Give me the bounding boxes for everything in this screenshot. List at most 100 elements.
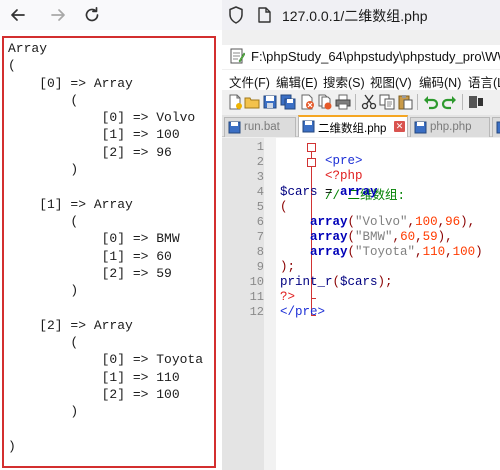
keyword: array — [310, 230, 348, 244]
line-number: 5 — [256, 200, 264, 214]
output-line: [2] => 59 — [8, 265, 172, 281]
comma: , — [445, 245, 453, 259]
paren: ); — [280, 260, 296, 274]
paren: ); — [377, 275, 393, 289]
toolbar-separator — [417, 94, 418, 110]
variable: $cars — [280, 185, 318, 199]
line-number-gutter: 1 2 3 4 5 6 7 8 9 10 11 12 — [222, 138, 264, 470]
undo-icon[interactable] — [423, 94, 439, 110]
paren: ( — [347, 245, 356, 259]
number-literal: 60 — [400, 230, 416, 244]
tab-label: php.php — [430, 121, 472, 133]
string-literal: "BMW" — [355, 230, 393, 244]
shield-icon[interactable] — [227, 5, 245, 25]
function-name: print_r — [280, 275, 333, 289]
comma: , — [437, 215, 446, 229]
tab-active-file[interactable]: 二维数组.php ✕ — [298, 115, 408, 137]
open-file-icon[interactable] — [244, 94, 260, 110]
close-tab-icon[interactable]: ✕ — [394, 121, 405, 132]
code-editor[interactable]: 1 2 3 4 5 6 7 8 9 10 11 12 <pre> <?php /… — [222, 138, 500, 470]
saved-file-icon — [414, 121, 427, 134]
back-arrow-icon[interactable] — [8, 5, 28, 25]
line-number: 12 — [249, 305, 264, 319]
html-tag: </pre> — [280, 305, 326, 319]
find-icon[interactable] — [468, 94, 484, 110]
fold-margin — [264, 138, 316, 470]
paren: ( — [332, 275, 341, 289]
forward-arrow-icon[interactable] — [48, 5, 68, 25]
paste-icon[interactable] — [397, 94, 413, 110]
line-number: 8 — [256, 245, 264, 259]
code-line-6: array("Volvo",100,96), — [310, 215, 475, 229]
output-line: ) — [8, 404, 79, 420]
paren: ), — [437, 230, 453, 244]
php-close-tag: ?> — [280, 290, 296, 304]
output-line: ) — [8, 438, 16, 454]
code-line-9: ); — [280, 260, 295, 274]
print-r-output: Array ( [0] => Array ( [0] => Volvo [1] =… — [8, 40, 203, 455]
notepad-app-icon — [229, 48, 246, 64]
browser-nav-bar — [0, 0, 222, 30]
save-icon[interactable] — [262, 94, 278, 110]
code-line-8: array("Toyota",110,100) — [310, 245, 483, 259]
line-number: 3 — [256, 170, 264, 184]
cut-icon[interactable] — [361, 94, 377, 110]
line-number: 4 — [256, 185, 264, 199]
new-file-icon[interactable] — [227, 94, 243, 110]
page-icon[interactable] — [255, 5, 273, 25]
menu-encoding[interactable]: 编码(N) — [419, 72, 461, 91]
npp-tab-bar: run.bat 二维数组.php ✕ php.php — [222, 115, 500, 137]
menu-edit[interactable]: 编辑(E) — [276, 72, 318, 91]
close-file-icon[interactable] — [299, 94, 315, 110]
tab-label: 二维数组.php — [318, 123, 387, 135]
string-literal: "Volvo" — [355, 215, 408, 229]
save-all-icon[interactable] — [280, 94, 296, 110]
output-line: [0] => Array — [8, 75, 133, 91]
output-line: Array — [8, 41, 48, 56]
output-line: [0] => BMW — [8, 231, 180, 247]
comma: , — [407, 215, 416, 229]
menu-view[interactable]: 视图(V) — [370, 72, 412, 91]
output-line: [1] => Array — [8, 196, 133, 212]
copy-icon[interactable] — [379, 94, 395, 110]
redo-icon[interactable] — [441, 94, 457, 110]
close-all-icon[interactable] — [317, 94, 333, 110]
output-line: [1] => 100 — [8, 127, 180, 143]
reload-icon[interactable] — [82, 5, 102, 25]
keyword: array — [310, 215, 348, 229]
line-number: 1 — [256, 140, 264, 154]
number-literal: 100 — [415, 215, 438, 229]
output-line: ) — [8, 283, 79, 299]
number-literal: 100 — [452, 245, 476, 259]
paren: ( — [347, 215, 356, 229]
print-icon[interactable] — [335, 94, 351, 110]
tab-overflow[interactable] — [492, 117, 500, 137]
code-line-11: ?> — [280, 290, 295, 304]
menu-file[interactable]: 文件(F) — [229, 72, 270, 91]
number-literal: 96 — [445, 215, 461, 229]
line-number: 6 — [256, 215, 264, 229]
output-line: ( — [8, 213, 79, 229]
code-line-12: </pre> — [280, 305, 325, 319]
comma: , — [392, 230, 401, 244]
address-bar[interactable]: 127.0.0.1/二维数组.php — [222, 0, 500, 30]
menu-search[interactable]: 搜索(S) — [323, 72, 365, 91]
number-literal: 110 — [422, 245, 446, 259]
code-line-7: array("BMW",60,59), — [310, 230, 453, 244]
saved-file-icon — [302, 120, 315, 133]
menu-language[interactable]: 语言(L) — [468, 72, 500, 91]
paren: ( — [280, 200, 288, 214]
url-text[interactable]: 127.0.0.1/二维数组.php — [282, 6, 428, 26]
code-line-10: print_r($cars); — [280, 275, 393, 289]
toolbar-separator — [462, 94, 463, 110]
code-line-4: $cars = array — [280, 185, 378, 199]
paren: ), — [460, 215, 476, 229]
tab-run-bat[interactable]: run.bat — [224, 117, 296, 137]
toolbar-separator — [355, 94, 356, 110]
tab-label: run.bat — [244, 121, 280, 133]
tab-php-php[interactable]: php.php — [410, 117, 490, 137]
npp-menu-bar: 文件(F) 编辑(E) 搜索(S) 视图(V) 编码(N) 语言(L) — [222, 70, 500, 90]
number-literal: 59 — [422, 230, 438, 244]
line-number: 9 — [256, 260, 264, 274]
